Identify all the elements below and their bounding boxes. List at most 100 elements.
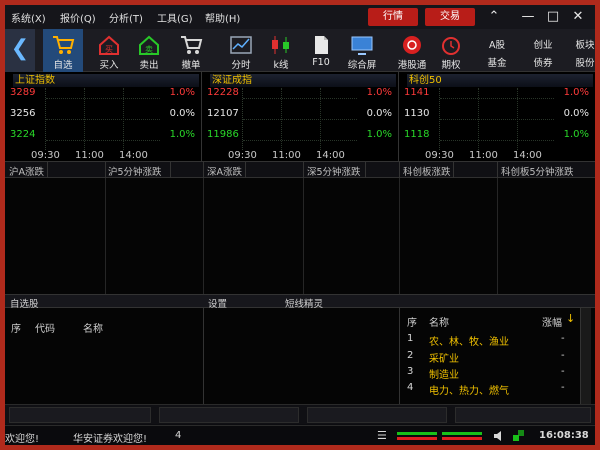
index-high: 3289: [10, 87, 36, 98]
industry-col-name: 名称: [429, 318, 449, 329]
toolbar-watchlist[interactable]: 自选: [43, 29, 83, 72]
cancel-order-cart-icon: [181, 36, 203, 54]
toolbar-innovation[interactable]: 创业: [523, 37, 563, 51]
tab-sz-5min-change[interactable]: 深5分钟涨跌: [307, 164, 361, 178]
collapse-icon[interactable]: ⌃: [483, 7, 505, 27]
toolbar-funds[interactable]: 基金: [477, 55, 517, 69]
tab-sz-a-change[interactable]: 深A涨跌: [207, 164, 242, 178]
toolbar-label: 撤单: [181, 60, 201, 71]
toolbar-composite-screen[interactable]: 综合屏: [342, 29, 382, 72]
index-high: 12228: [207, 87, 239, 98]
toolbar-bonds[interactable]: 债券: [523, 55, 563, 69]
index-low: 3224: [10, 129, 36, 140]
menu-analysis[interactable]: 分析(T): [109, 10, 143, 25]
industry-scrollbar[interactable]: [580, 308, 591, 404]
time-label: 09:30: [425, 150, 454, 161]
menu-help[interactable]: 帮助(H): [205, 10, 240, 25]
index-pct-high: 1.0%: [563, 87, 589, 98]
quote-button[interactable]: 行情: [368, 8, 418, 26]
index-title: 深证成指: [210, 74, 396, 87]
svg-text:卖: 卖: [145, 45, 153, 54]
section-header: 自选股 设置 短线精灵: [5, 294, 595, 310]
menu-tools[interactable]: 工具(G): [157, 10, 193, 25]
sort-desc-icon[interactable]: ↓: [566, 312, 575, 325]
watchlist-col-code: 代码: [35, 324, 55, 335]
industry-col-seq: 序: [407, 318, 417, 329]
toolbar-kline[interactable]: k线: [261, 29, 301, 72]
ranking-body: [5, 178, 595, 294]
index-mid: 1130: [404, 108, 430, 119]
index-pct-mid: 0.0%: [563, 108, 589, 119]
toolbar-f10[interactable]: F10: [301, 29, 341, 72]
menu-bar: 系统(X) 报价(Q) 分析(T) 工具(G) 帮助(H) 行情 交易 ⌃ — …: [5, 5, 595, 29]
industry-change: -: [561, 350, 565, 361]
index-pct-high: 1.0%: [169, 87, 195, 98]
industry-name: 农、林、牧、渔业: [429, 337, 509, 348]
toolbar-intraday[interactable]: 分时: [221, 29, 261, 72]
clock-time: 16:08:38: [539, 430, 589, 441]
cart-icon: [53, 36, 75, 54]
connection-status-icon[interactable]: [512, 429, 525, 442]
close-icon[interactable]: ✕: [567, 7, 589, 27]
time-label: 11:00: [75, 150, 104, 161]
market-up-bar: [397, 432, 437, 435]
toolbar-options[interactable]: 期权: [431, 29, 471, 72]
speaker-icon[interactable]: [493, 430, 505, 442]
minimize-icon[interactable]: —: [517, 7, 539, 27]
time-label: 11:00: [469, 150, 498, 161]
industry-col-change[interactable]: 涨幅: [542, 314, 562, 329]
industry-seq: 3: [407, 366, 414, 377]
toolbar-label: 买入: [99, 60, 119, 71]
toolbar-board[interactable]: 板块: [565, 37, 595, 51]
ticker-broker-welcome: 华安证券欢迎您!: [73, 434, 148, 445]
index-mid: 12107: [207, 108, 239, 119]
sell-house-icon: 卖: [139, 35, 159, 55]
index-pct-high: 1.0%: [366, 87, 392, 98]
toolbar-cancel-order[interactable]: 撤单: [171, 29, 211, 72]
index-pct-low: 1.0%: [563, 129, 589, 140]
market-down-bar: [442, 437, 482, 440]
status-box: [9, 407, 151, 423]
industry-seq: 1: [407, 333, 414, 344]
toolbar-label: 综合屏: [347, 60, 377, 71]
index-grid: [439, 88, 554, 150]
ticker-welcome: 欢迎您!: [5, 434, 40, 445]
index-grid: [242, 88, 357, 150]
status-box: [307, 407, 447, 423]
intraday-chart-icon: [230, 36, 252, 54]
industry-change: -: [561, 333, 565, 344]
index-pct-mid: 0.0%: [366, 108, 392, 119]
index-pct-low: 1.0%: [169, 129, 195, 140]
menu-quote[interactable]: 报价(Q): [60, 10, 96, 25]
toolbar-sell[interactable]: 卖 卖出: [129, 29, 169, 72]
watchlist-col-name: 名称: [83, 324, 103, 335]
index-panel-sz[interactable]: 深证成指 12228 12107 11986 1.0% 0.0% 1.0% 09…: [202, 72, 399, 162]
status-bar: [5, 404, 595, 424]
status-box: [455, 407, 591, 423]
toolbar-buy[interactable]: 买 买入: [89, 29, 129, 72]
trade-button[interactable]: 交易: [425, 8, 475, 26]
time-label: 14:00: [119, 150, 148, 161]
toolbar-label: 分时: [231, 60, 251, 71]
list-icon[interactable]: ☰: [377, 429, 387, 442]
back-icon[interactable]: ❮: [5, 29, 35, 72]
tab-sh-a-change[interactable]: 沪A涨跌: [9, 164, 44, 178]
toolbar-a-shares[interactable]: A股: [477, 37, 517, 51]
tab-sh-5min-change[interactable]: 沪5分钟涨跌: [108, 164, 162, 178]
index-panel-sh[interactable]: 上证指数 3289 3256 3224 1.0% 0.0% 1.0% 09:30…: [5, 72, 202, 162]
time-label: 09:30: [228, 150, 257, 161]
option-clock-icon: [442, 37, 460, 55]
toolbar-hk-connect[interactable]: 港股通: [392, 29, 432, 72]
toolbar-shares[interactable]: 股份: [565, 55, 595, 69]
index-title: 上证指数: [13, 74, 199, 87]
buy-house-icon: 买: [99, 35, 119, 55]
tab-star-5min-change[interactable]: 科创板5分钟涨跌: [501, 164, 574, 178]
maximize-icon[interactable]: □: [542, 7, 564, 27]
index-panel-star50[interactable]: 科创50 1141 1130 1118 1.0% 0.0% 1.0% 09:30…: [399, 72, 595, 162]
menu-system[interactable]: 系统(X): [11, 10, 46, 25]
index-low: 11986: [207, 129, 239, 140]
toolbar-label: F10: [312, 57, 330, 68]
market-down-bar: [397, 437, 437, 440]
app-window: 系统(X) 报价(Q) 分析(T) 工具(G) 帮助(H) 行情 交易 ⌃ — …: [5, 5, 595, 445]
tab-star-change[interactable]: 科创板涨跌: [403, 164, 451, 178]
